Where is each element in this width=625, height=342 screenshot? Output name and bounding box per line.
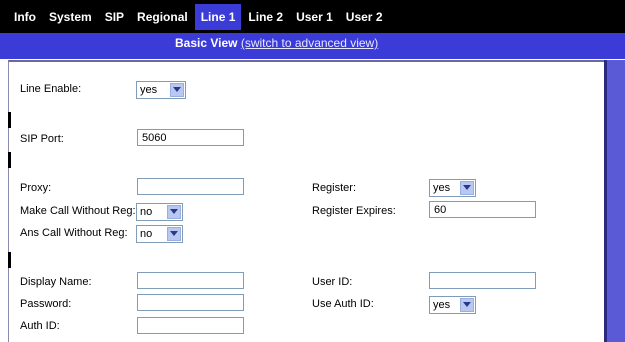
tab-sip[interactable]: SIP	[99, 4, 130, 30]
make-call-without-reg-select[interactable]: no	[136, 203, 183, 221]
chevron-down-icon	[170, 83, 184, 97]
display-name-input[interactable]	[137, 272, 244, 289]
right-border	[604, 60, 625, 342]
register-expires-label: Register Expires:	[312, 205, 396, 217]
line-enable-label: Line Enable:	[20, 83, 82, 95]
ans-call-without-reg-select[interactable]: no	[136, 225, 183, 243]
tab-system[interactable]: System	[43, 4, 98, 30]
ans-call-without-reg-label: Ans Call Without Reg:	[20, 227, 128, 239]
view-title: Basic View	[175, 36, 238, 50]
sip-port-input[interactable]	[137, 129, 244, 146]
sip-port-label: SIP Port:	[20, 133, 64, 145]
user-id-input[interactable]	[429, 272, 536, 289]
tab-line-1[interactable]: Line 1	[194, 3, 242, 30]
tab-info[interactable]: Info	[8, 4, 42, 30]
use-auth-id-select[interactable]: yes	[429, 296, 476, 314]
use-auth-id-label: Use Auth ID:	[312, 298, 374, 310]
tab-regional[interactable]: Regional	[131, 4, 194, 30]
chevron-down-icon	[167, 205, 181, 219]
tab-user-2[interactable]: User 2	[340, 4, 389, 30]
section-divider	[8, 252, 11, 268]
make-call-without-reg-label: Make Call Without Reg:	[20, 205, 136, 217]
display-name-label: Display Name:	[20, 276, 92, 288]
user-id-label: User ID:	[312, 276, 353, 288]
chevron-down-icon	[167, 227, 181, 241]
switch-advanced-view-link[interactable]: (switch to advanced view)	[241, 36, 378, 50]
tab-user-1[interactable]: User 1	[290, 4, 339, 30]
section-divider	[8, 152, 11, 168]
password-label: Password:	[20, 298, 72, 310]
chevron-down-icon	[460, 298, 474, 312]
register-select[interactable]: yes	[429, 179, 476, 197]
password-input[interactable]	[137, 294, 244, 311]
chevron-down-icon	[460, 181, 474, 195]
auth-id-label: Auth ID:	[20, 320, 60, 332]
proxy-input[interactable]	[137, 178, 244, 195]
tab-bar: Info System SIP Regional Line 1 Line 2 U…	[0, 0, 625, 33]
tab-line-2[interactable]: Line 2	[242, 4, 289, 30]
section-divider	[8, 112, 11, 128]
view-bar: Basic View (switch to advanced view)	[0, 33, 625, 59]
proxy-label: Proxy:	[20, 182, 52, 194]
line-enable-select[interactable]: yes	[136, 81, 186, 99]
auth-id-input[interactable]	[137, 317, 244, 334]
register-label: Register:	[312, 182, 357, 194]
register-expires-input[interactable]	[429, 201, 536, 218]
